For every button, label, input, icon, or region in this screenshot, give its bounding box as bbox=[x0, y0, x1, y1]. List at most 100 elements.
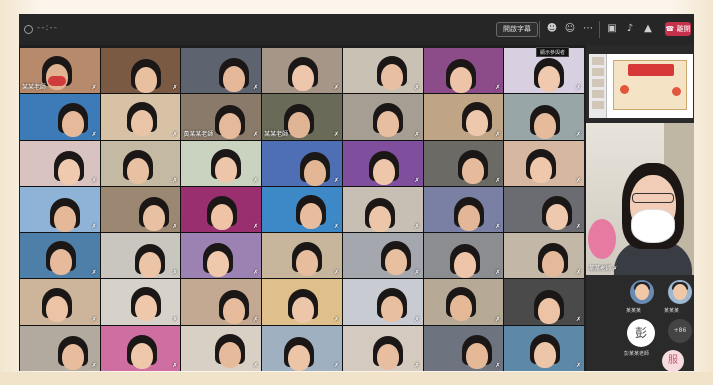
participant-avatar[interactable] bbox=[630, 280, 654, 304]
mic-off-icon: ✗ bbox=[253, 176, 259, 184]
video-tile[interactable]: ✗ bbox=[20, 94, 100, 140]
video-tile[interactable]: ✗ bbox=[100, 140, 181, 186]
video-tile[interactable]: ✗ bbox=[181, 140, 262, 186]
video-tile[interactable]: ✗ bbox=[504, 279, 584, 325]
video-tile[interactable]: ✗ bbox=[423, 233, 504, 279]
spotlight-video[interactable]: 某某老師 ✗ bbox=[586, 123, 694, 275]
video-tile[interactable]: 某某老師 ✗ bbox=[20, 48, 100, 94]
floating-badge[interactable]: 服 bbox=[662, 350, 684, 372]
mic-off-icon: ✗ bbox=[333, 84, 339, 92]
mic-off-icon: ✗ bbox=[172, 223, 178, 231]
video-tile[interactable]: ✗ bbox=[181, 48, 262, 94]
participant-initial-avatar[interactable]: 彭 bbox=[627, 319, 655, 347]
participant-face bbox=[130, 110, 153, 137]
more-participants-button[interactable]: +86 bbox=[668, 319, 692, 343]
mic-off-icon: ✗ bbox=[495, 361, 501, 369]
mic-off-icon: ✗ bbox=[253, 361, 259, 369]
participant-face bbox=[465, 110, 488, 137]
video-tile[interactable]: ✗ bbox=[342, 186, 423, 233]
video-tile[interactable]: ✗ bbox=[181, 279, 262, 325]
participant-face bbox=[54, 205, 76, 232]
video-tile[interactable]: ✗ bbox=[20, 140, 100, 186]
mic-off-icon: ✗ bbox=[91, 130, 97, 138]
video-tile[interactable]: 黃某某老師 ✗ bbox=[181, 94, 262, 140]
participants-icon[interactable]: ☻ bbox=[545, 22, 559, 36]
video-tile[interactable]: ✗ bbox=[342, 48, 423, 94]
video-tile[interactable]: ✗ bbox=[181, 233, 262, 279]
video-tile[interactable]: ✗ bbox=[262, 186, 342, 233]
shared-poster bbox=[613, 60, 687, 110]
video-tile[interactable]: ✗ bbox=[20, 279, 100, 325]
video-tile[interactable]: ✗ bbox=[504, 233, 584, 279]
video-tile[interactable]: ✗ bbox=[20, 233, 100, 279]
video-tile[interactable]: 某某老師 ✗ bbox=[262, 94, 342, 140]
video-tile[interactable]: ✗ bbox=[100, 279, 181, 325]
participant-face bbox=[126, 157, 149, 184]
video-tile[interactable]: ✗ bbox=[423, 140, 504, 186]
video-tile[interactable]: ✗ bbox=[100, 48, 181, 94]
video-tile[interactable]: ✗ bbox=[342, 233, 423, 279]
more-icon[interactable]: ⋯ bbox=[581, 22, 595, 36]
video-tile[interactable]: ✗ bbox=[100, 325, 181, 371]
mic-off-icon: ✗ bbox=[495, 176, 501, 184]
toolbar-divider bbox=[539, 21, 540, 38]
participant-face bbox=[219, 113, 242, 140]
video-tile[interactable]: ✗ bbox=[342, 325, 423, 371]
video-tile[interactable]: ✗ bbox=[504, 186, 584, 233]
video-tile[interactable]: ✗ bbox=[423, 325, 504, 371]
mic-off-icon: ✗ bbox=[91, 84, 97, 92]
mic-off-icon: ✗ bbox=[333, 269, 339, 277]
reactions-icon[interactable]: ☺ bbox=[563, 22, 577, 36]
video-grid: 某某老師 ✗ ✗ ✗ ✗ ✗ ✗ ✗ ✗ ✗ 黃某某老師 ✗ 某某老師 ✗ ✗ ✗ ✗ ✗ ✗ ✗ ✗ ✗ ✗ ✗ ✗ ✗ ✗ ✗ ✗ ✗… bbox=[20, 48, 584, 371]
spotlight-name: 某某老師 ✗ bbox=[589, 266, 618, 272]
camera-icon[interactable]: ▣ bbox=[605, 22, 619, 36]
video-tile[interactable]: ✗ bbox=[100, 186, 181, 233]
shared-screen[interactable] bbox=[589, 54, 693, 118]
mic-icon[interactable]: ♪ bbox=[623, 22, 637, 36]
video-tile[interactable]: ✗ bbox=[262, 279, 342, 325]
video-tile[interactable]: ✗ bbox=[423, 94, 504, 140]
video-tile[interactable]: ✗ bbox=[262, 325, 342, 371]
mic-off-icon: ✗ bbox=[575, 176, 581, 184]
participant-face bbox=[534, 341, 557, 368]
video-tile[interactable]: ✗ bbox=[20, 325, 100, 371]
mic-off-icon: ✗ bbox=[575, 269, 581, 277]
participant-face bbox=[465, 342, 488, 369]
video-tile[interactable]: ✗ bbox=[342, 140, 423, 186]
video-tile[interactable]: ✗ bbox=[100, 233, 181, 279]
video-tile[interactable]: ✗ bbox=[342, 94, 423, 140]
share-icon[interactable]: ▲ bbox=[641, 22, 655, 36]
mic-off-icon: ✗ bbox=[253, 315, 259, 323]
participant-face bbox=[376, 111, 399, 138]
mic-off-icon: ✗ bbox=[172, 176, 178, 184]
video-tile[interactable]: ✗ bbox=[20, 186, 100, 233]
video-tile[interactable]: ✗ bbox=[423, 279, 504, 325]
video-tile[interactable]: ✗ bbox=[262, 233, 342, 279]
participant-face bbox=[368, 205, 391, 232]
leave-button[interactable]: ☎ 離開 bbox=[665, 22, 691, 36]
video-tile[interactable]: ✗ bbox=[181, 186, 262, 233]
participants-tooltip: 顯示參與者 bbox=[536, 47, 570, 57]
video-tile[interactable]: ✗ bbox=[504, 325, 584, 371]
participant-face bbox=[62, 111, 84, 138]
video-tile[interactable]: ✗ bbox=[504, 140, 584, 186]
captions-button[interactable]: 開啟字幕 bbox=[496, 22, 538, 37]
video-tile[interactable]: ✗ bbox=[423, 186, 504, 233]
participant-face bbox=[292, 65, 315, 91]
video-tile[interactable]: ✗ bbox=[181, 325, 262, 371]
video-tile[interactable]: ✗ bbox=[262, 140, 342, 186]
video-tile[interactable]: ✗ bbox=[423, 48, 504, 94]
participant-face bbox=[130, 342, 153, 369]
participant-avatar[interactable] bbox=[668, 280, 692, 304]
participant-face bbox=[300, 202, 323, 229]
video-tile[interactable]: ✗ bbox=[342, 279, 423, 325]
participant-face bbox=[58, 158, 80, 185]
mic-off-icon: ✗ bbox=[333, 176, 339, 184]
participant-face bbox=[449, 67, 472, 93]
video-tile[interactable]: ✗ bbox=[262, 48, 342, 94]
participant-face bbox=[223, 66, 246, 92]
participant-name: 某某老師 bbox=[22, 84, 47, 92]
participant-face bbox=[134, 295, 157, 322]
video-tile[interactable]: ✗ bbox=[504, 94, 584, 140]
video-tile[interactable]: ✗ bbox=[100, 94, 181, 140]
